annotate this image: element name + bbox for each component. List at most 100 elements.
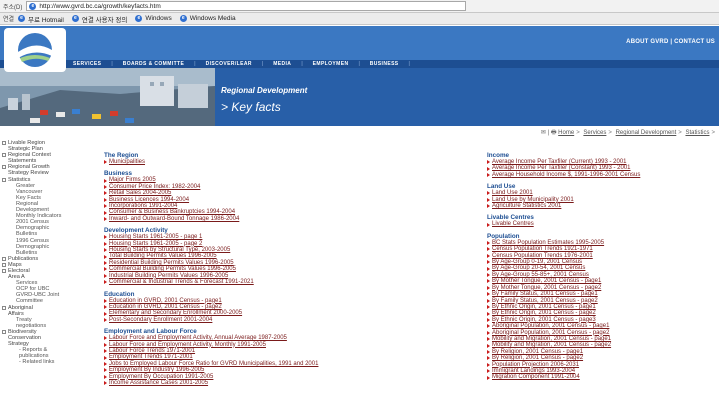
nav-separator: | <box>194 61 196 67</box>
report-link[interactable]: Post-Secondary Enrollment 2001-2004 <box>104 317 454 323</box>
nav-business[interactable]: BUSINESS <box>370 61 399 67</box>
gvrd-logo[interactable] <box>4 28 66 72</box>
bullet-arrow-icon <box>487 266 490 271</box>
report-link[interactable]: Livable Centres <box>487 221 717 227</box>
sidebar-item-label[interactable]: Statistics <box>8 177 30 183</box>
bullet-arrow-icon <box>104 336 107 341</box>
sidebar-item-label[interactable]: Aboriginal Affairs <box>8 305 33 317</box>
sidebar-item-label[interactable]: Livable Region Strategic Plan <box>8 140 45 152</box>
nav-media[interactable]: MEDIA <box>273 61 291 67</box>
bullet-arrow-icon <box>104 235 107 240</box>
top-links[interactable]: ABOUT GVRD | CONTACT US <box>626 39 715 45</box>
nav-services[interactable]: SERVICES <box>73 61 101 67</box>
content-right-column: Income Average Income Per Taxfiler (Curre… <box>487 152 717 386</box>
bullet-arrow-icon <box>104 248 107 253</box>
expand-box-icon[interactable] <box>2 153 6 158</box>
sidebar-item-label-line: Strategy <box>8 341 29 348</box>
section-development-activity: Development Activity Housing Starts 1961-… <box>104 227 454 285</box>
report-link-label[interactable]: Agriculture Statistics 2001 <box>492 203 561 209</box>
site-header <box>0 26 719 60</box>
report-link[interactable]: Migration Component 1991-2004 <box>487 374 717 380</box>
sidebar-item-label[interactable]: Regional Context Statements <box>8 152 51 164</box>
expand-box-icon[interactable] <box>2 141 6 145</box>
report-link[interactable]: Agriculture Statistics 2001 <box>487 203 717 209</box>
link-hotmail[interactable]: e 무료 Hotmail <box>18 14 64 24</box>
report-link[interactable]: Inward- and Outward-Bound Tonnage 1986-2… <box>104 216 454 222</box>
breadcrumb-statistics[interactable]: Statistics <box>685 130 709 136</box>
bullet-arrow-icon <box>487 343 490 348</box>
nav-discover[interactable]: DISCOVER/LEAR <box>206 61 252 67</box>
bullet-arrow-icon <box>104 241 107 246</box>
links-bar: 연결 e 무료 Hotmail e 연결 사용자 정의 e Windows e Wind… <box>0 13 719 25</box>
expand-box-icon[interactable] <box>2 177 6 182</box>
expand-box-icon[interactable] <box>2 305 6 310</box>
link-windows-media[interactable]: e Windows Media <box>179 15 236 22</box>
link-customize-label[interactable]: 연결 사용자 정의 <box>82 14 127 24</box>
sidebar-item-label-line: Strategy Review <box>8 170 49 177</box>
sidebar-item-regional-context-statements[interactable]: Regional Context Statements <box>0 152 82 164</box>
sidebar-subitem[interactable]: - Related links <box>0 359 82 365</box>
report-link[interactable]: Income Assistance Cases 2001-2005 <box>104 380 454 386</box>
breadcrumb-services[interactable]: Services <box>583 130 606 136</box>
breadcrumb-regional-development[interactable]: Regional Development <box>616 130 677 136</box>
section-title: Population <box>487 232 520 240</box>
section-the-region: The Region Municipalities <box>104 152 454 165</box>
bullet-arrow-icon <box>487 349 490 354</box>
bullet-arrow-icon <box>487 173 490 178</box>
sidebar-item-label[interactable]: Electoral Area A <box>8 268 30 280</box>
email-print-icons[interactable]: ✉ | 🖶 <box>541 130 557 136</box>
report-link-label[interactable]: Inward- and Outward-Bound Tonnage 1986-2… <box>109 216 239 222</box>
section-title: Livable Centres <box>487 214 534 222</box>
bullet-arrow-icon <box>487 324 490 329</box>
nav-separator: | <box>358 61 360 67</box>
report-link-label[interactable]: Municipalities <box>109 159 145 165</box>
expand-box-icon[interactable] <box>2 165 6 170</box>
breadcrumb-home[interactable]: Home <box>558 130 574 136</box>
ie-icon: e <box>71 15 79 22</box>
link-windows-media-label[interactable]: Windows Media <box>190 15 236 22</box>
bullet-arrow-icon <box>487 305 490 310</box>
nav-boards[interactable]: BOARDS & COMMITTE <box>123 61 185 67</box>
content-left-column: The Region Municipalities Business Major Fi… <box>104 152 454 391</box>
bullet-arrow-icon <box>487 166 490 171</box>
link-windows[interactable]: e Windows <box>135 15 172 22</box>
bullet-arrow-icon <box>104 267 107 272</box>
sidebar-item-electoral-area-a[interactable]: Electoral Area A <box>0 268 82 280</box>
link-hotmail-label[interactable]: 무료 Hotmail <box>28 14 64 24</box>
sidebar-item-regional-growth-strategy-review[interactable]: Regional Growth Strategy Review <box>0 164 82 176</box>
sidebar-item-label-line: Aboriginal <box>8 304 33 311</box>
expand-box-icon[interactable] <box>2 268 6 273</box>
sidebar-item-label-line: Publications <box>8 255 39 262</box>
report-link-label[interactable]: Livable Centres <box>492 221 534 227</box>
section-title: Income <box>487 152 510 159</box>
expand-box-icon[interactable] <box>2 262 6 267</box>
url-field[interactable]: e http://www.gvrd.bc.ca/growth/keyfacts.… <box>26 1 467 11</box>
expand-box-icon[interactable] <box>2 329 6 334</box>
report-link[interactable]: Commercial & Industrial Trends & Forecas… <box>104 279 454 285</box>
report-link[interactable]: Municipalities <box>104 159 454 165</box>
url-text[interactable]: http://www.gvrd.bc.ca/growth/keyfacts.ht… <box>39 3 160 10</box>
bullet-arrow-icon <box>104 305 107 310</box>
sidebar-item-livable-region-strategic-plan[interactable]: Livable Region Strategic Plan <box>0 140 82 152</box>
sidebar-item-biodiversity-conservation-strategy[interactable]: Biodiversity Conservation Strategy <box>0 329 82 347</box>
report-link-label[interactable]: Migration Component 1991-2004 <box>492 374 580 380</box>
bullet-arrow-icon <box>487 160 490 165</box>
report-link-label[interactable]: Income Assistance Cases 2001-2005 <box>109 380 208 386</box>
nav-employment[interactable]: EMPLOYMEN <box>313 61 349 67</box>
expand-box-icon[interactable] <box>2 256 6 261</box>
report-link-label[interactable]: Post-Secondary Enrollment 2001-2004 <box>109 317 212 323</box>
sidebar-item-aboriginal-affairs[interactable]: Aboriginal Affairs <box>0 305 82 317</box>
ie-icon: e <box>179 15 187 22</box>
bullet-arrow-icon <box>104 317 107 322</box>
report-link[interactable]: Average Household Income $, 1991-1996-20… <box>487 172 717 178</box>
sidebar: Livable Region Strategic Plan Regional Con… <box>0 140 82 420</box>
report-link-label[interactable]: Average Household Income $, 1991-1996-20… <box>492 172 640 178</box>
link-customize[interactable]: e 연결 사용자 정의 <box>71 14 127 24</box>
sidebar-item-label[interactable]: Biodiversity Conservation Strategy <box>8 329 41 347</box>
bullet-arrow-icon <box>487 317 490 322</box>
bullet-arrow-icon <box>104 185 107 190</box>
link-windows-label[interactable]: Windows <box>145 15 171 22</box>
nav-separator: | <box>301 61 303 67</box>
sidebar-item-label[interactable]: Regional Growth Strategy Review <box>8 164 50 176</box>
report-link-label[interactable]: Commercial & Industrial Trends & Forecas… <box>109 279 254 285</box>
